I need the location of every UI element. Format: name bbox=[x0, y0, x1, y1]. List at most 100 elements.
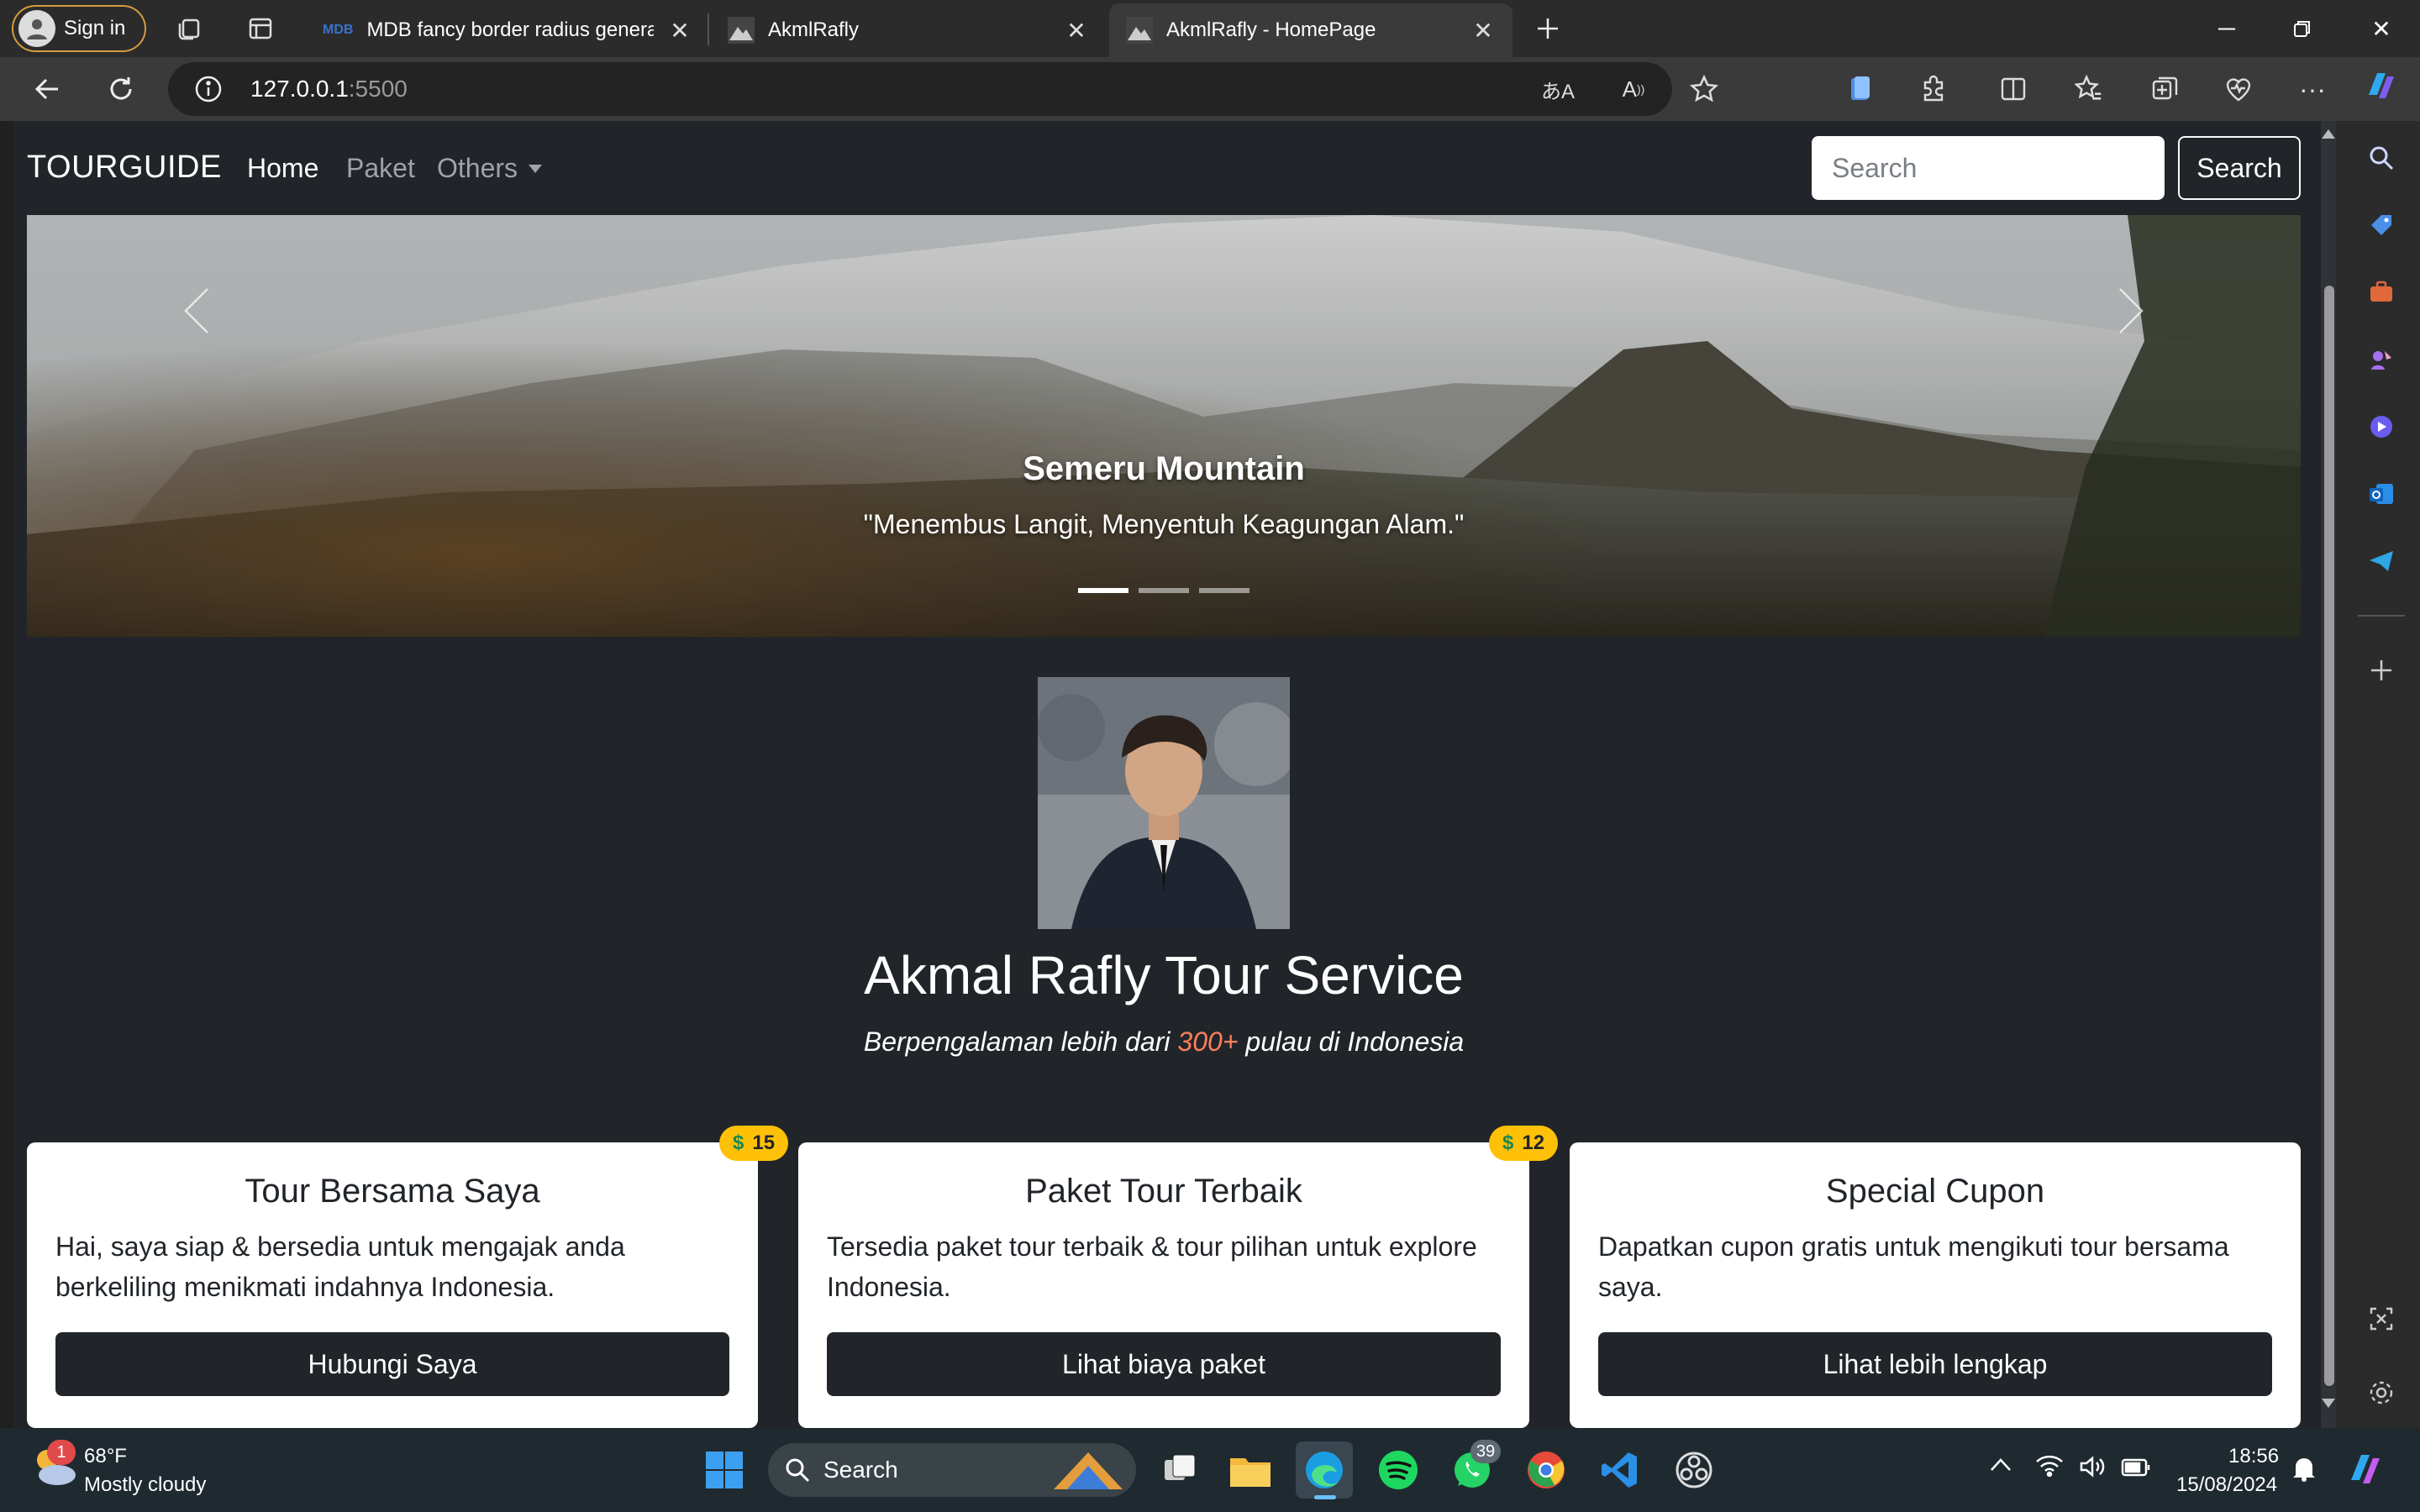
tab-actions-icon[interactable] bbox=[244, 12, 277, 45]
nav-link-paket[interactable]: Paket bbox=[346, 153, 415, 184]
whatsapp-badge: 39 bbox=[1470, 1440, 1501, 1463]
url-text: 127.0.0.1:5500 bbox=[250, 76, 408, 102]
sidebar-screenshot-icon[interactable] bbox=[2361, 1299, 2402, 1339]
site-icon bbox=[1126, 17, 1153, 44]
sidebar-tools-icon[interactable] bbox=[2361, 272, 2402, 312]
carousel-indicator-1[interactable] bbox=[1078, 588, 1128, 593]
tab-akmlrafly[interactable]: AkmlRafly ✕ bbox=[711, 3, 1106, 57]
volume-icon[interactable] bbox=[2079, 1455, 2106, 1478]
collections-icon[interactable] bbox=[1840, 69, 1881, 109]
carousel-caption-title: Semeru Mountain bbox=[1023, 450, 1305, 487]
sign-in-label: Sign in bbox=[64, 17, 126, 39]
card-text: Dapatkan cupon gratis untuk mengikuti to… bbox=[1598, 1231, 2229, 1302]
address-bar[interactable]: 127.0.0.1:5500 A)) あA bbox=[168, 62, 1718, 116]
notifications-icon[interactable] bbox=[2292, 1455, 2316, 1482]
start-menu-icon[interactable] bbox=[696, 1441, 753, 1499]
scroll-down-icon[interactable] bbox=[2321, 1398, 2336, 1410]
wifi-icon[interactable] bbox=[2035, 1453, 2064, 1477]
profile-photo bbox=[1038, 677, 1290, 929]
weather-temp[interactable]: 68°F bbox=[84, 1445, 127, 1468]
obs-icon[interactable] bbox=[1665, 1441, 1723, 1499]
scroll-up-icon[interactable] bbox=[2321, 128, 2336, 139]
sidebar-settings-icon[interactable] bbox=[2361, 1373, 2402, 1413]
split-screen-icon[interactable] bbox=[1993, 69, 2033, 109]
browser-essentials-icon[interactable] bbox=[2218, 69, 2259, 109]
nav-dropdown-others[interactable]: Others bbox=[437, 153, 543, 184]
task-view-icon[interactable] bbox=[1151, 1441, 1208, 1499]
search-icon bbox=[786, 1458, 810, 1483]
new-tab-icon[interactable] bbox=[1531, 12, 1565, 45]
weather-badge: 1 bbox=[47, 1440, 76, 1465]
sidebar-outlook-icon[interactable] bbox=[2361, 474, 2402, 514]
carousel-next-icon[interactable] bbox=[2106, 269, 2156, 353]
site-info-icon[interactable] bbox=[193, 74, 224, 104]
card-title: Tour Bersama Saya bbox=[245, 1173, 540, 1210]
sidebar-games-icon[interactable] bbox=[2361, 339, 2402, 380]
close-icon[interactable]: ✕ bbox=[1064, 17, 1089, 45]
minimize-icon[interactable]: ─ bbox=[2202, 10, 2252, 47]
chrome-icon[interactable] bbox=[1518, 1441, 1575, 1499]
read-aloud-icon[interactable]: A)) bbox=[1613, 69, 1654, 109]
price-badge: $15 bbox=[719, 1126, 789, 1161]
clock-date[interactable]: 15/08/2024 bbox=[2176, 1473, 2277, 1497]
battery-icon[interactable] bbox=[2121, 1458, 2151, 1477]
tab-title: AkmlRafly bbox=[768, 18, 860, 41]
profile-heading: Akmal Rafly Tour Service bbox=[864, 945, 1464, 1005]
translate-icon[interactable]: あA bbox=[1538, 69, 1578, 109]
weather-desc[interactable]: Mostly cloudy bbox=[84, 1473, 206, 1497]
clock-time[interactable]: 18:56 bbox=[2228, 1445, 2279, 1468]
carousel-prev-icon[interactable] bbox=[171, 269, 222, 353]
copilot-icon[interactable] bbox=[2361, 66, 2402, 106]
card-text: Tersedia paket tour terbaik & tour pilih… bbox=[827, 1231, 1477, 1302]
carousel-indicator-3[interactable] bbox=[1199, 588, 1249, 593]
sidebar-telegram-icon[interactable] bbox=[2361, 541, 2402, 581]
favorite-star-icon[interactable] bbox=[1684, 69, 1724, 109]
tab-mdb[interactable]: MDB MDB fancy border radius generat ✕ bbox=[306, 3, 709, 57]
carousel-indicator-2[interactable] bbox=[1139, 588, 1189, 593]
restore-icon[interactable] bbox=[2277, 10, 2328, 47]
tab-divider bbox=[708, 13, 709, 45]
card-tour-bersama: Tour Bersama Saya Hai, saya siap & berse… bbox=[27, 1142, 758, 1428]
sidebar-shopping-icon[interactable] bbox=[2361, 205, 2402, 245]
tab-collections-icon[interactable] bbox=[2144, 69, 2185, 109]
refresh-icon[interactable] bbox=[101, 69, 141, 109]
site-search-button[interactable]: Search bbox=[2178, 136, 2301, 200]
sidebar-copilot-app-icon[interactable] bbox=[2361, 407, 2402, 447]
scrollbar-thumb[interactable] bbox=[2324, 286, 2334, 1386]
copilot-taskbar-icon[interactable] bbox=[2344, 1448, 2386, 1490]
nav-link-home[interactable]: Home bbox=[247, 153, 318, 184]
show-hidden-icons[interactable] bbox=[1990, 1457, 2012, 1472]
profile-avatar-icon bbox=[18, 10, 55, 47]
extensions-icon[interactable] bbox=[1914, 69, 1954, 109]
site-brand-text[interactable]: TOURGUIDE bbox=[27, 150, 222, 186]
sidebar-add-icon[interactable] bbox=[2361, 650, 2402, 690]
close-icon[interactable]: ✕ bbox=[667, 17, 692, 45]
file-explorer-icon[interactable] bbox=[1222, 1441, 1279, 1499]
lihat-lengkap-button[interactable]: Lihat lebih lengkap bbox=[1598, 1332, 2272, 1396]
card-paket-tour: Paket Tour Terbaik Tersedia paket tour t… bbox=[798, 1142, 1529, 1428]
spotify-icon[interactable] bbox=[1370, 1441, 1427, 1499]
taskbar-search[interactable]: Search bbox=[768, 1443, 1136, 1497]
site-icon bbox=[728, 17, 755, 44]
vscode-icon[interactable] bbox=[1591, 1441, 1649, 1499]
lihat-biaya-button[interactable]: Lihat biaya paket bbox=[827, 1332, 1501, 1396]
site-search-input[interactable]: Search bbox=[1812, 136, 2165, 200]
workspaces-icon[interactable] bbox=[173, 12, 207, 45]
back-icon[interactable] bbox=[27, 69, 67, 109]
window-close-icon[interactable]: ✕ bbox=[2356, 10, 2407, 47]
edge-sidebar bbox=[2336, 121, 2420, 1428]
tab-title: MDB fancy border radius generat bbox=[366, 18, 654, 41]
close-icon[interactable]: ✕ bbox=[1470, 17, 1496, 45]
favorites-icon[interactable] bbox=[2069, 69, 2109, 109]
search-highlight-icon bbox=[1054, 1452, 1123, 1489]
edge-taskbar-icon[interactable] bbox=[1296, 1441, 1353, 1499]
price-badge: $12 bbox=[1489, 1126, 1559, 1161]
sign-in-button[interactable]: Sign in bbox=[12, 5, 146, 52]
sidebar-search-icon[interactable] bbox=[2361, 138, 2402, 178]
dollar-icon: $ bbox=[1502, 1131, 1514, 1154]
hero-carousel: Semeru Mountain "Menembus Langit, Menyen… bbox=[27, 215, 2301, 637]
edge-active-indicator bbox=[1314, 1495, 1336, 1499]
tab-homepage-active[interactable]: AkmlRafly - HomePage ✕ bbox=[1109, 3, 1512, 57]
hubungi-saya-button[interactable]: Hubungi Saya bbox=[55, 1332, 729, 1396]
more-menu-icon[interactable]: ··· bbox=[2292, 69, 2333, 109]
